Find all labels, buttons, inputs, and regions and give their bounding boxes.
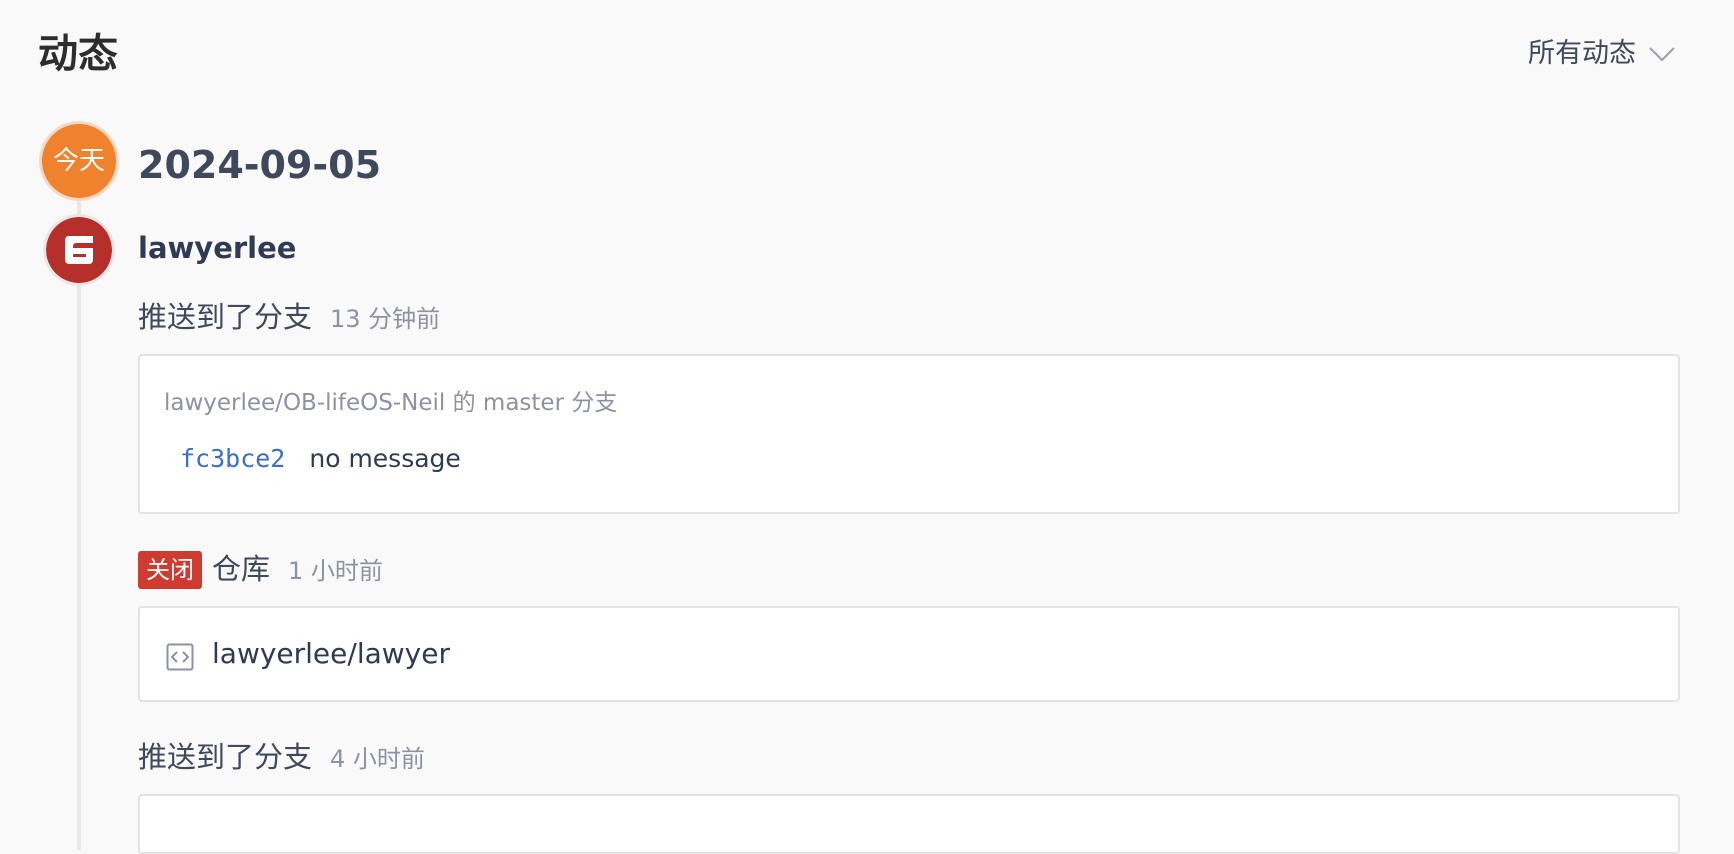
event-time: 1 小时前 — [288, 557, 383, 585]
event-action: 推送到了分支 — [138, 740, 313, 774]
event-time: 4 小时前 — [330, 745, 425, 773]
activity-filter-dropdown[interactable]: 所有动态 — [1528, 34, 1676, 74]
chevron-down-icon — [1649, 47, 1675, 62]
event-action: 仓库 — [212, 552, 271, 586]
gitee-logo-icon — [46, 217, 112, 283]
timeline-line — [77, 190, 81, 850]
today-badge: 今天 — [42, 124, 116, 198]
commit-message: no message — [309, 444, 461, 473]
commit-row: fc3bce2 no message — [180, 444, 461, 473]
username-link[interactable]: lawyerlee — [138, 228, 296, 268]
activity-filter-label: 所有动态 — [1528, 38, 1636, 69]
repo-link[interactable]: lawyerlee/lawyer — [212, 634, 450, 674]
avatar[interactable] — [46, 217, 112, 283]
event-time: 13 分钟前 — [330, 305, 441, 333]
closed-tag: 关闭 — [138, 551, 202, 589]
code-repo-icon — [166, 643, 194, 671]
page-title: 动态 — [38, 31, 118, 77]
event-close-repo: 关闭 仓库 1 小时前 — [138, 549, 383, 591]
push-card-partial — [138, 794, 1680, 854]
commit-hash-link[interactable]: fc3bce2 — [180, 444, 285, 473]
date-heading: 2024-09-05 — [138, 143, 382, 187]
event-push-2: 推送到了分支 4 小时前 — [138, 737, 425, 779]
branch-link[interactable]: lawyerlee/OB-lifeOS-Neil 的 master 分支 — [164, 386, 617, 420]
push-card: lawyerlee/OB-lifeOS-Neil 的 master 分支 fc3… — [138, 354, 1680, 514]
event-action: 推送到了分支 — [138, 300, 313, 334]
event-push-1: 推送到了分支 13 分钟前 — [138, 297, 440, 339]
repo-card: lawyerlee/lawyer — [138, 606, 1680, 702]
